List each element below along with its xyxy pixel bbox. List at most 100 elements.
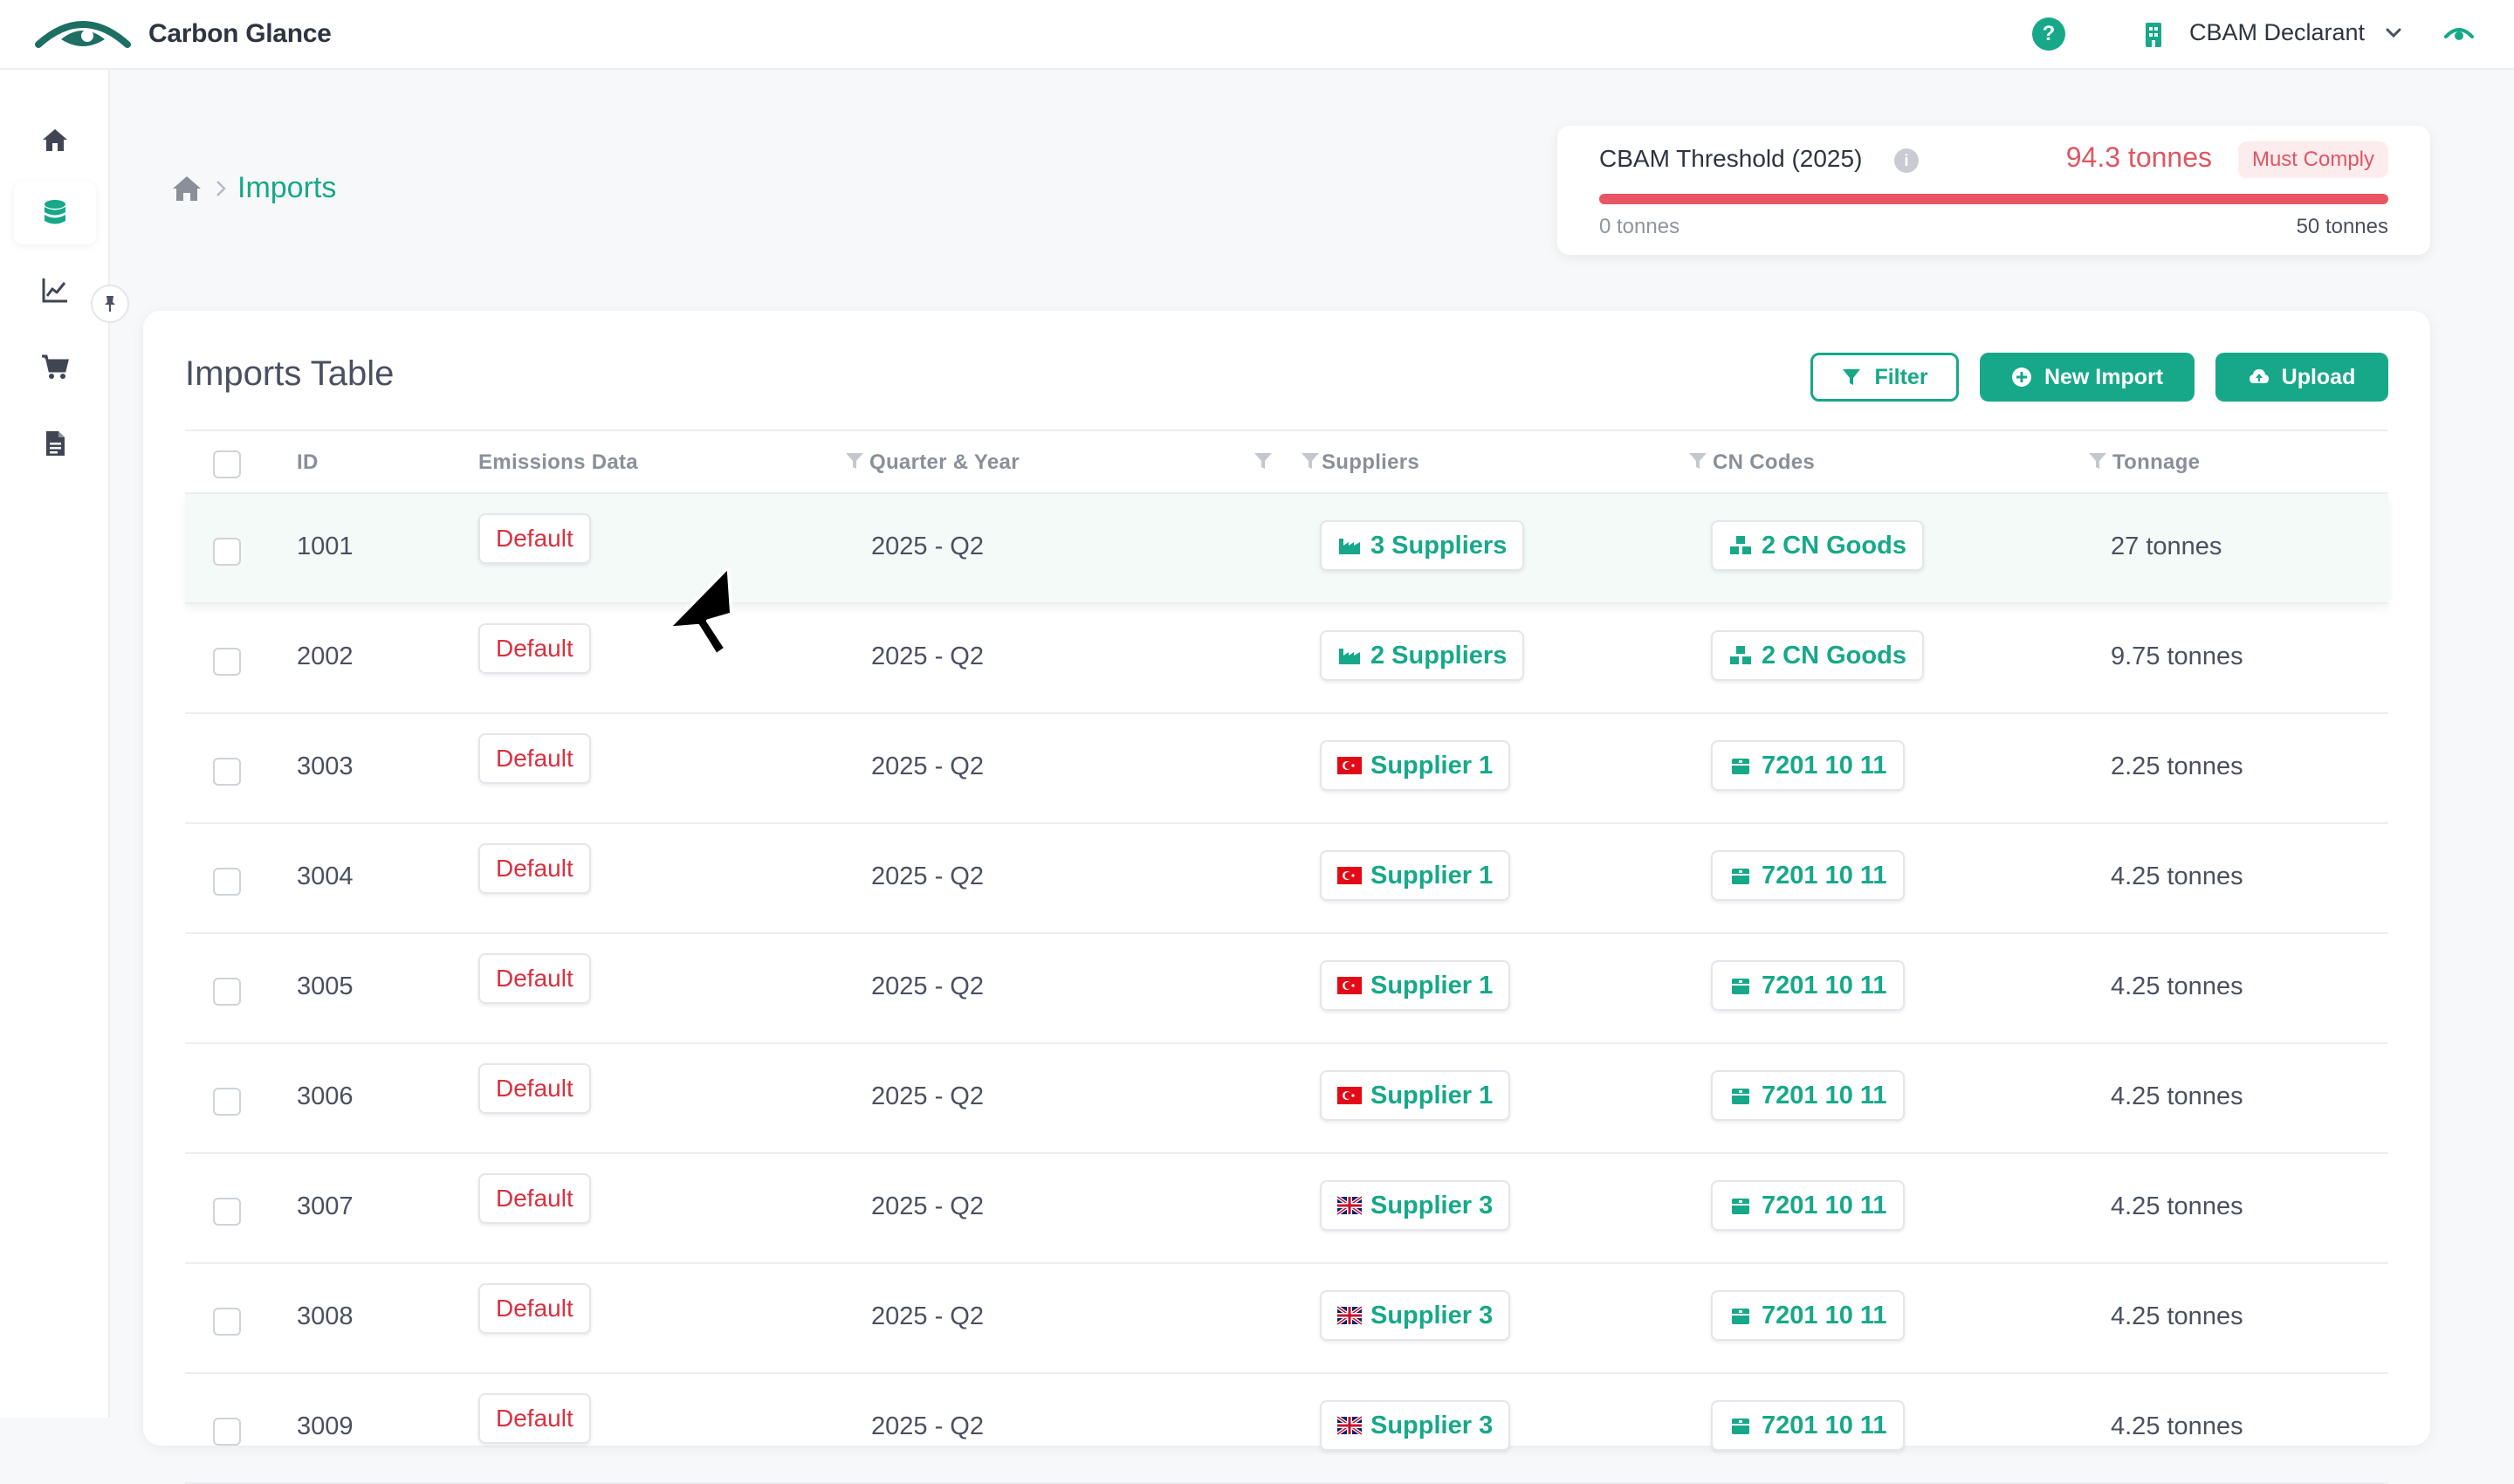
cn-codes-pill[interactable]: 7201 10 11: [1711, 1400, 1905, 1451]
cn-codes-pill[interactable]: 7201 10 11: [1711, 740, 1905, 791]
row-checkbox[interactable]: [213, 1198, 241, 1226]
table-row[interactable]: 3007 Default 2025 - Q2 Supplier 3 7201 10 11…: [185, 1154, 2388, 1264]
question-circle-icon[interactable]: ?: [2032, 17, 2065, 51]
column-header-suppliers[interactable]: Suppliers: [1322, 450, 1419, 475]
emissions-default-badge[interactable]: Default: [478, 623, 591, 674]
emissions-default-badge[interactable]: Default: [478, 513, 591, 564]
emissions-default-badge[interactable]: Default: [478, 733, 591, 784]
factory-icon: [1339, 649, 1360, 664]
cn-codes-pill[interactable]: 7201 10 11: [1711, 1180, 1905, 1231]
brand[interactable]: Carbon Glance: [35, 10, 332, 58]
new-import-button[interactable]: New Import: [1980, 353, 2195, 402]
emissions-default-badge[interactable]: Default: [478, 1283, 591, 1334]
filter-icon[interactable]: [1254, 452, 1273, 470]
cn-codes-pill[interactable]: 7201 10 11: [1711, 1070, 1905, 1121]
document-icon: [46, 431, 65, 456]
filter-button[interactable]: Filter: [1810, 353, 1959, 402]
suppliers-pill[interactable]: Supplier 1: [1320, 960, 1511, 1011]
suppliers-pill[interactable]: Supplier 1: [1320, 1070, 1511, 1121]
emissions-default-badge[interactable]: Default: [478, 1173, 591, 1224]
cn-codes-pill[interactable]: 2 CN Goods: [1711, 520, 1924, 571]
suppliers-pill[interactable]: Supplier 1: [1320, 740, 1511, 791]
sidebar-item-cart[interactable]: [14, 335, 96, 398]
sidebar-item-analytics[interactable]: [14, 258, 96, 321]
column-header-cn-codes[interactable]: CN Codes: [1713, 450, 1815, 475]
suppliers-label: Supplier 1: [1370, 971, 1494, 1000]
table-row[interactable]: 3004 Default 2025 - Q2 Supplier 1 7201 10 11…: [185, 824, 2388, 934]
cbam-threshold-card: CBAM Threshold (2025) i 94.3 tonnes Must…: [1557, 126, 2430, 255]
cn-codes-label: 2 CN Goods: [1762, 531, 1906, 560]
cn-codes-label: 7201 10 11: [1762, 1301, 1887, 1329]
building-icon: [2146, 23, 2161, 47]
filter-icon[interactable]: [1301, 452, 1320, 470]
cart-icon: [42, 354, 69, 379]
suppliers-pill[interactable]: Supplier 3: [1320, 1290, 1511, 1341]
sidebar-item-home[interactable]: [14, 108, 96, 171]
table-row[interactable]: 3003 Default 2025 - Q2 Supplier 1 7201 10 11…: [185, 714, 2388, 824]
row-id: 1001: [297, 532, 354, 560]
suppliers-pill[interactable]: Supplier 3: [1320, 1400, 1511, 1451]
suppliers-pill[interactable]: 2 Suppliers: [1320, 630, 1525, 681]
column-header-emissions[interactable]: Emissions Data: [478, 450, 638, 475]
row-checkbox[interactable]: [213, 1088, 241, 1116]
chevron-down-icon[interactable]: [2383, 23, 2404, 44]
row-checkbox[interactable]: [213, 978, 241, 1006]
filter-icon[interactable]: [2088, 452, 2107, 470]
cn-codes-pill[interactable]: 7201 10 11: [1711, 960, 1905, 1011]
flag-turkey-icon: [1337, 977, 1362, 994]
row-quarter: 2025 - Q2: [871, 1192, 984, 1220]
column-header-id[interactable]: ID: [297, 450, 319, 475]
filter-button-label: Filter: [1874, 364, 1928, 389]
sidebar-item-reports[interactable]: [14, 412, 96, 475]
emissions-default-badge[interactable]: Default: [478, 953, 591, 1004]
table-row[interactable]: 3008 Default 2025 - Q2 Supplier 3 7201 10 11…: [185, 1264, 2388, 1374]
breadcrumb-current[interactable]: Imports: [237, 171, 336, 205]
table-row[interactable]: 1001 Default 2025 - Q2 3 Suppliers 2 CN Good…: [185, 494, 2388, 604]
cn-codes-pill[interactable]: 2 CN Goods: [1711, 630, 1924, 681]
row-id: 3006: [297, 1082, 354, 1110]
select-all-checkbox[interactable]: [213, 450, 241, 478]
breadcrumb-home-icon[interactable]: [171, 174, 203, 203]
eye-icon[interactable]: [2444, 24, 2474, 44]
emissions-default-badge[interactable]: Default: [478, 1063, 591, 1114]
info-icon[interactable]: i: [1894, 148, 1919, 173]
plus-circle-icon: [2011, 368, 2031, 387]
row-checkbox[interactable]: [213, 758, 241, 786]
boxes-icon: [1730, 536, 1751, 554]
suppliers-pill[interactable]: Supplier 3: [1320, 1180, 1511, 1231]
table-row[interactable]: 3009 Default 2025 - Q2 Supplier 3 7201 10 11…: [185, 1374, 2388, 1484]
row-checkbox[interactable]: [213, 868, 241, 896]
emissions-default-badge[interactable]: Default: [478, 843, 591, 894]
suppliers-pill[interactable]: 3 Suppliers: [1320, 520, 1525, 571]
pin-sidebar-button[interactable]: [91, 285, 129, 323]
upload-button[interactable]: Upload: [2215, 353, 2388, 402]
table-row[interactable]: 3005 Default 2025 - Q2 Supplier 1 7201 10 11…: [185, 934, 2388, 1044]
suppliers-pill[interactable]: Supplier 1: [1320, 850, 1511, 901]
breadcrumb: Imports: [171, 171, 336, 205]
row-id: 3007: [297, 1192, 354, 1220]
cn-codes-label: 7201 10 11: [1762, 1081, 1887, 1110]
row-tonnage: 2.25 tonnes: [2111, 752, 2243, 780]
suppliers-label: 3 Suppliers: [1370, 531, 1508, 560]
row-checkbox[interactable]: [213, 1418, 241, 1446]
row-checkbox[interactable]: [213, 538, 241, 566]
flag-turkey-icon: [1337, 757, 1362, 774]
row-checkbox[interactable]: [213, 648, 241, 676]
cloud-upload-icon: [2249, 369, 2269, 383]
emissions-default-badge[interactable]: Default: [478, 1393, 591, 1444]
sidebar-item-imports[interactable]: [14, 182, 96, 244]
table-row[interactable]: 3006 Default 2025 - Q2 Supplier 1 7201 10 11…: [185, 1044, 2388, 1154]
filter-icon[interactable]: [845, 452, 864, 470]
imports-table-card: Imports Table Filter New Import Upload I…: [143, 311, 2430, 1484]
column-header-tonnage[interactable]: Tonnage: [2112, 450, 2200, 475]
row-checkbox[interactable]: [213, 1308, 241, 1336]
table-row[interactable]: 2002 Default 2025 - Q2 2 Suppliers 2 CN Good…: [185, 604, 2388, 714]
cn-codes-pill[interactable]: 7201 10 11: [1711, 850, 1905, 901]
cn-codes-pill[interactable]: 7201 10 11: [1711, 1290, 1905, 1341]
row-quarter: 2025 - Q2: [871, 1412, 984, 1440]
organization-selector[interactable]: CBAM Declarant: [2189, 19, 2365, 46]
column-header-quarter[interactable]: Quarter & Year: [869, 450, 1020, 475]
flag-uk-icon: [1337, 1305, 1362, 1326]
row-tonnage: 4.25 tonnes: [2111, 1412, 2243, 1440]
filter-icon[interactable]: [1688, 452, 1707, 470]
